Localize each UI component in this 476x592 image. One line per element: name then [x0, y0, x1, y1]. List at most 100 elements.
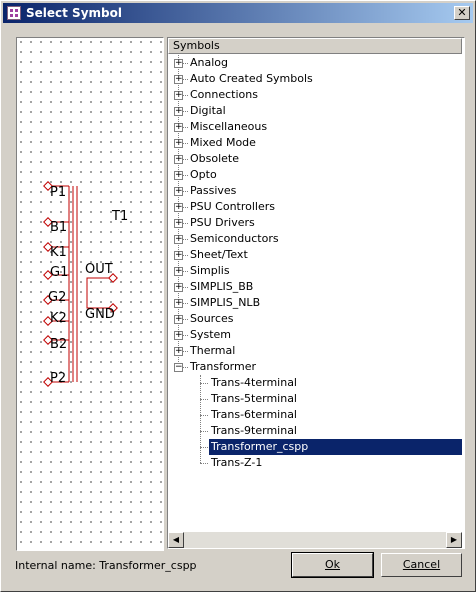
tree-item-label: PSU Controllers	[190, 200, 276, 213]
tree-item-label: System	[190, 328, 232, 341]
symbol-preview: T1 P1 B1 K1 G1 G2 K2 B2 P2 OUT GND	[16, 37, 164, 551]
tree-item-label: Auto Created Symbols	[190, 72, 313, 85]
pin-label-p2: P2	[50, 371, 66, 386]
expand-icon[interactable]: +	[174, 347, 183, 356]
ok-button-label: Ok	[324, 558, 341, 571]
select-symbol-dialog: Select Symbol ✕ T1 P1 B1 K1 G1 G2 K2 B2 …	[0, 0, 476, 592]
pin-label-b2: B2	[50, 337, 67, 352]
tree-item-thermal[interactable]: + Thermal	[168, 343, 462, 359]
tree-item-simplis-nlb[interactable]: + SIMPLIS_NLB	[168, 295, 462, 311]
tree-item-trans-5terminal[interactable]: Trans-5terminal	[168, 391, 462, 407]
pin-label-gnd: GND	[85, 307, 115, 322]
pin-label-g1: G1	[50, 265, 68, 280]
tree-item-psu-controllers[interactable]: + PSU Controllers	[168, 199, 462, 215]
scroll-right-button[interactable]: ▶	[446, 532, 462, 548]
tree-item-label: Trans-4terminal	[211, 376, 297, 389]
tree-items: + Analog + Auto Created Symbols + Connec…	[168, 55, 462, 531]
tree-item-miscellaneous[interactable]: + Miscellaneous	[168, 119, 462, 135]
output-wires	[86, 277, 113, 309]
transformer-wires	[48, 185, 113, 383]
symbol-drawing: T1 P1 B1 K1 G1 G2 K2 B2 P2 OUT GND	[43, 181, 128, 387]
ref-label: T1	[111, 209, 128, 224]
expand-icon[interactable]: +	[174, 187, 183, 196]
tree-item-sources[interactable]: + Sources	[168, 311, 462, 327]
expand-icon[interactable]: +	[174, 75, 183, 84]
tree-item-sheet-text[interactable]: + Sheet/Text	[168, 247, 462, 263]
tree-item-label: Miscellaneous	[190, 120, 268, 133]
tree-item-transformer-cspp[interactable]: Transformer_cspp	[168, 439, 462, 455]
pin-label-out: OUT	[85, 262, 113, 277]
expand-icon[interactable]: +	[174, 91, 183, 100]
tree-item-label: Thermal	[190, 344, 236, 357]
expand-icon[interactable]: +	[174, 203, 183, 212]
tree-item-simplis[interactable]: + Simplis	[168, 263, 462, 279]
cancel-button[interactable]: Cancel	[381, 553, 462, 577]
ok-button[interactable]: Ok	[291, 552, 374, 578]
pin-markers	[43, 181, 118, 387]
expand-icon[interactable]: +	[174, 219, 183, 228]
tree-item-label: Passives	[190, 184, 237, 197]
tree-item-mixed-mode[interactable]: + Mixed Mode	[168, 135, 462, 151]
tree-item-semiconductors[interactable]: + Semiconductors	[168, 231, 462, 247]
expand-icon[interactable]: +	[174, 171, 183, 180]
tree-item-label: Transformer	[190, 360, 257, 373]
tree-item-label: Transformer_cspp	[209, 439, 462, 455]
tree-item-obsolete[interactable]: + Obsolete	[168, 151, 462, 167]
expand-icon[interactable]: +	[174, 283, 183, 292]
pin-label-p1: P1	[50, 185, 66, 200]
expand-icon[interactable]: +	[174, 299, 183, 308]
tree-item-system[interactable]: + System	[168, 327, 462, 343]
tree-item-label: Connections	[190, 88, 258, 101]
expand-icon[interactable]: +	[174, 123, 183, 132]
pin-label-k2: K2	[50, 311, 67, 326]
tree-item-label: Trans-Z-1	[211, 456, 263, 469]
tree-item-trans-6terminal[interactable]: Trans-6terminal	[168, 407, 462, 423]
expand-icon[interactable]: +	[174, 107, 183, 116]
tree-item-label: Semiconductors	[190, 232, 279, 245]
title-bar: Select Symbol ✕	[3, 3, 473, 23]
tree-item-analog[interactable]: + Analog	[168, 55, 462, 71]
tree-item-transformer[interactable]: − Transformer	[168, 359, 462, 375]
tree-item-label: Trans-9terminal	[211, 424, 297, 437]
tree-item-label: Sources	[190, 312, 234, 325]
tree-item-label: PSU Drivers	[190, 216, 255, 229]
tree-item-label: SIMPLIS_BB	[190, 280, 254, 293]
tree-item-trans-9terminal[interactable]: Trans-9terminal	[168, 423, 462, 439]
tree-header: Symbols	[168, 38, 462, 54]
tree-item-label: Trans-6terminal	[211, 408, 297, 421]
tree-item-opto[interactable]: + Opto	[168, 167, 462, 183]
horizontal-scrollbar[interactable]: ◀ ▶	[168, 532, 462, 548]
tree-item-connections[interactable]: + Connections	[168, 87, 462, 103]
internal-name-label: Internal name: Transformer_cspp	[15, 559, 197, 572]
symbol-tree[interactable]: Symbols + Analog + Auto Created Symbols …	[167, 37, 465, 549]
tree-item-passives[interactable]: + Passives	[168, 183, 462, 199]
tree-item-trans-4terminal[interactable]: Trans-4terminal	[168, 375, 462, 391]
tree-item-psu-drivers[interactable]: + PSU Drivers	[168, 215, 462, 231]
tree-item-label: Simplis	[190, 264, 230, 277]
pin-label-g2: G2	[48, 290, 66, 305]
tree-item-digital[interactable]: + Digital	[168, 103, 462, 119]
expand-icon[interactable]: +	[174, 139, 183, 148]
tree-item-label: Trans-5terminal	[211, 392, 297, 405]
expand-icon[interactable]: +	[174, 155, 183, 164]
app-icon	[7, 6, 21, 20]
expand-icon[interactable]: +	[174, 315, 183, 324]
expand-icon[interactable]: +	[174, 251, 183, 260]
expand-icon[interactable]: +	[174, 59, 183, 68]
close-button[interactable]: ✕	[454, 6, 470, 20]
collapse-icon[interactable]: −	[174, 363, 183, 372]
expand-icon[interactable]: +	[174, 235, 183, 244]
tree-item-label: Obsolete	[190, 152, 240, 165]
expand-icon[interactable]: +	[174, 267, 183, 276]
expand-icon[interactable]: +	[174, 331, 183, 340]
pin-label-b1: B1	[50, 220, 67, 235]
tree-item-label: Analog	[190, 56, 229, 69]
tree-item-trans-z-1[interactable]: Trans-Z-1	[168, 455, 462, 471]
tree-item-label: Digital	[190, 104, 226, 117]
tree-item-auto-created-symbols[interactable]: + Auto Created Symbols	[168, 71, 462, 87]
scroll-left-button[interactable]: ◀	[168, 532, 184, 548]
cancel-button-label: Cancel	[402, 558, 441, 571]
pin-label-k1: K1	[50, 245, 67, 260]
tree-item-simplis-bb[interactable]: + SIMPLIS_BB	[168, 279, 462, 295]
tree-item-label: Opto	[190, 168, 217, 181]
